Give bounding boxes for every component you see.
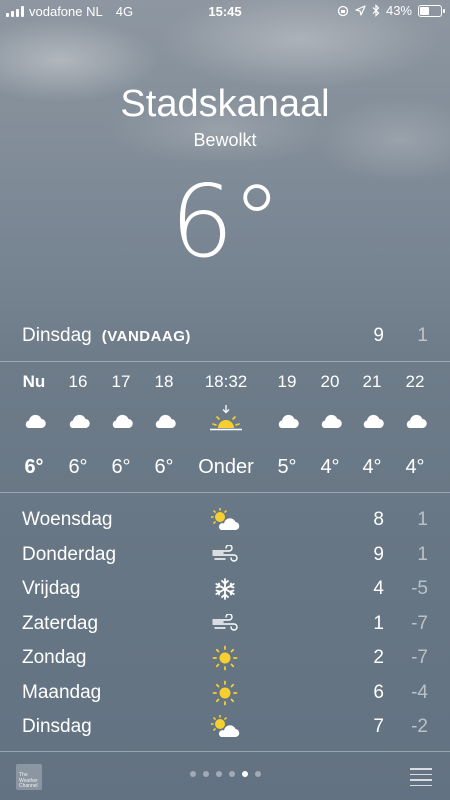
daily-forecast[interactable]: Woensdag 8 1 Donderdag 9 1 Vrijdag 4 -5 Zaterdag 1…: [22, 503, 428, 745]
weather-channel-logo[interactable]: The Weather Channel: [16, 764, 42, 790]
daily-day: Woensdag: [22, 509, 113, 531]
hourly-temperature: 4°: [405, 456, 425, 478]
divider-middle: [0, 492, 450, 493]
status-right: 43%: [337, 3, 445, 18]
daily-day: Zaterdag: [22, 612, 99, 634]
daily-day: Zondag: [22, 647, 87, 669]
daily-row: Vrijdag 4 -5: [22, 572, 428, 607]
daily-row: Donderdag 9 1: [22, 538, 428, 573]
daily-high: 8: [373, 509, 384, 531]
sunset-icon: [196, 404, 256, 431]
daily-high: 6: [373, 681, 384, 703]
page-dot[interactable]: [202, 771, 209, 777]
daily-low: -7: [411, 647, 428, 669]
location-arrow-icon: [355, 5, 366, 16]
daily-low: -2: [411, 716, 428, 738]
page-dot[interactable]: [241, 771, 248, 777]
battery-icon: [418, 4, 445, 17]
bottom-bar: The Weather Channel: [0, 752, 450, 800]
daily-row: Dinsdag 7 -2: [22, 710, 428, 745]
daily-row: Woensdag 8 1: [22, 503, 428, 538]
daily-high: 2: [373, 647, 384, 669]
list-icon[interactable]: [410, 768, 432, 790]
hourly-time: 18: [154, 372, 174, 391]
today-tag: (VANDAAG): [101, 327, 191, 345]
page-indicator[interactable]: [0, 771, 450, 777]
sun-icon: [210, 680, 240, 706]
today-day: Dinsdag: [22, 325, 92, 346]
hourly-time: 22: [405, 372, 425, 391]
hourly-temperature: Onder: [198, 456, 254, 478]
page-dot[interactable]: [189, 771, 196, 777]
hourly-time: 18:32: [204, 372, 248, 391]
page-dot[interactable]: [228, 771, 235, 777]
daily-day: Vrijdag: [22, 578, 81, 600]
daily-high: 9: [373, 543, 384, 565]
daily-row: Zondag 2 -7: [22, 641, 428, 676]
sun-icon: [210, 645, 240, 671]
cloud-icon: [134, 412, 194, 438]
status-bar: vodafone NL 4G 15:45 43%: [0, 0, 450, 24]
daily-low: -4: [411, 681, 428, 703]
daily-high: 4: [373, 578, 384, 600]
daily-low: -5: [411, 578, 428, 600]
current-condition: Bewolkt: [193, 130, 257, 150]
hourly-forecast[interactable]: Nu 6° 16 6° 17 6° 18 6° 18:32 Onder 19 5° 20 4° 21 4° 22…: [0, 362, 450, 492]
wind-icon: [210, 611, 240, 637]
today-low: 1: [417, 325, 428, 346]
bluetooth-icon: [372, 4, 380, 17]
page-dot[interactable]: [215, 771, 222, 777]
city-name: Stadskanaal: [120, 83, 330, 125]
snowflake-icon: [210, 576, 240, 602]
orientation-lock-icon: [337, 5, 349, 16]
cloud-icon: [385, 412, 445, 438]
current-temperature: 6°: [170, 163, 282, 280]
daily-day: Donderdag: [22, 543, 117, 565]
wind-icon: [210, 542, 240, 568]
daily-day: Dinsdag: [22, 716, 92, 738]
daily-day: Maandag: [22, 681, 102, 703]
daily-row: Maandag 6 -4: [22, 676, 428, 711]
page-dot[interactable]: [254, 771, 261, 777]
today-high: 9: [373, 325, 384, 346]
today-summary: Dinsdag (VANDAAG) 9 1: [22, 322, 428, 350]
daily-high: 7: [373, 716, 384, 738]
daily-high: 1: [373, 612, 384, 634]
daily-row: Zaterdag 1 -7: [22, 607, 428, 642]
battery-percent: 43%: [385, 3, 412, 18]
partly-cloudy-icon: [210, 507, 240, 533]
partly-cloudy-icon: [210, 714, 240, 740]
hourly-temperature: 6°: [154, 456, 174, 478]
daily-low: 1: [417, 543, 428, 565]
daily-low: 1: [417, 509, 428, 531]
daily-low: -7: [411, 612, 428, 634]
